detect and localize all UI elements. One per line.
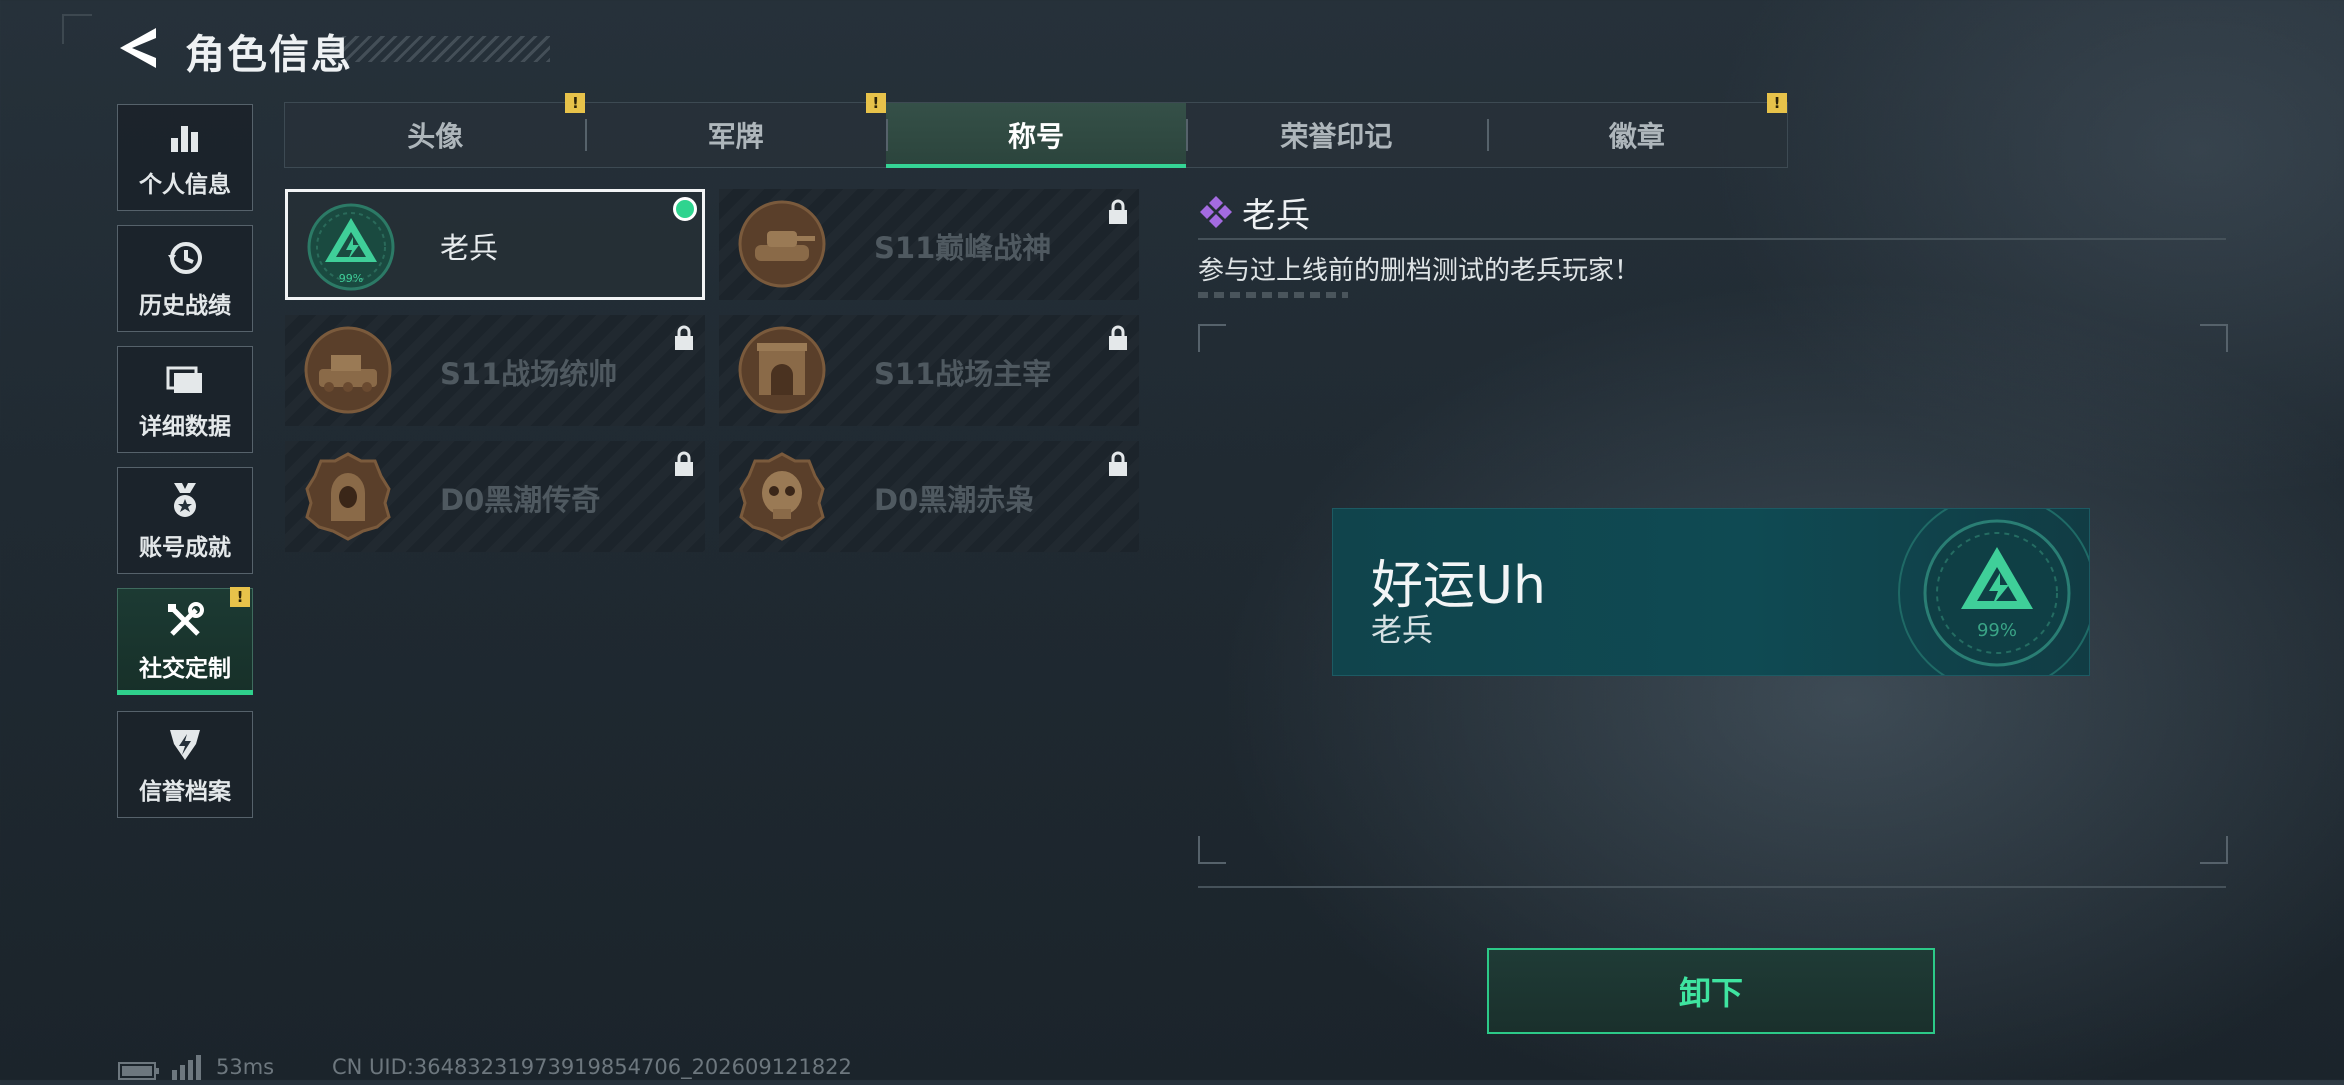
emblem-percent: 99%: [1977, 620, 2017, 641]
history-clock-icon: [165, 238, 205, 278]
alert-badge: !: [1767, 93, 1788, 113]
ping-value: 53ms: [216, 1055, 275, 1079]
title-name: S11战场统帅: [440, 357, 618, 391]
alert-badge: !: [865, 93, 886, 113]
unequip-button[interactable]: 卸下: [1487, 948, 1935, 1034]
lock-icon: [673, 451, 695, 481]
back-button[interactable]: [116, 24, 160, 72]
rarity-diamond-icon: [1198, 194, 1234, 234]
title-card-s11-peak-god[interactable]: S11巅峰战神: [719, 189, 1139, 300]
title-name: 老兵: [440, 231, 499, 265]
page-title: 角色信息: [185, 32, 353, 78]
sidebar-item-label: 社交定制: [139, 655, 231, 682]
sidebar-item-label: 信誉档案: [139, 778, 231, 805]
bar-chart-icon: [165, 117, 205, 157]
tank-bronze-icon: [737, 199, 827, 289]
hooded-figure-bronze-icon: [303, 451, 393, 541]
frame-corner: [1198, 324, 1226, 352]
arch-bronze-icon: [737, 325, 827, 415]
back-arrow-icon: [120, 28, 156, 68]
sidebar-item-label: 详细数据: [139, 413, 231, 440]
alert-badge: !: [565, 93, 586, 113]
title-hatch-decoration: [330, 36, 550, 62]
armored-vehicle-bronze-icon: [303, 325, 393, 415]
veteran-triangle-icon: 99%: [306, 202, 396, 292]
frame-corner: [2200, 836, 2228, 864]
preview-title: 老兵: [1371, 613, 1433, 649]
frame-corner: [2200, 324, 2228, 352]
sidebar-item-social-custom[interactable]: ! 社交定制: [117, 587, 253, 695]
emblem-percent: 99%: [339, 272, 363, 285]
detail-description: 参与过上线前的删档测试的老兵玩家！: [1198, 256, 1641, 286]
tab-avatar[interactable]: 头像!: [285, 93, 586, 167]
sidebar-item-history[interactable]: 历史战绩: [117, 225, 253, 332]
medal-icon: [165, 480, 205, 520]
title-card-veteran[interactable]: 99% 老兵: [285, 189, 705, 300]
corner-decoration: [62, 14, 92, 44]
nameplate-preview: 好运Uh 老兵 99%: [1332, 508, 2090, 676]
title-card-s11-battlefield-commander[interactable]: S11战场统帅: [285, 315, 705, 426]
equipped-indicator: [673, 197, 697, 221]
tab-title[interactable]: 称号: [885, 103, 1187, 168]
lock-icon: [1107, 451, 1129, 481]
lock-icon: [1107, 325, 1129, 355]
tab-bar: 头像! 军牌! 称号 荣誉印记 徽章!: [284, 93, 1788, 168]
tab-honor-mark[interactable]: 荣誉印记: [1186, 103, 1486, 167]
sidebar-item-details[interactable]: 详细数据: [117, 346, 253, 453]
sidebar-item-label: 账号成就: [139, 534, 231, 561]
divider: [1198, 886, 2226, 888]
veteran-triangle-icon: 99%: [1879, 509, 2089, 675]
shield-emblem-icon: [165, 724, 205, 764]
sidebar-item-achievements[interactable]: 账号成就: [117, 467, 253, 574]
decorative-dashes: [1198, 292, 1348, 298]
sidebar-item-label: 历史战绩: [139, 292, 231, 319]
tab-dogtag[interactable]: 军牌!: [585, 93, 886, 167]
title-card-s11-battlefield-master[interactable]: S11战场主宰: [719, 315, 1139, 426]
title-card-d0-black-tide-red-owl[interactable]: D0黑潮赤枭: [719, 441, 1139, 552]
title-name: S11战场主宰: [874, 357, 1052, 391]
tab-badge[interactable]: 徽章!: [1486, 93, 1788, 167]
skull-bronze-icon: [737, 451, 827, 541]
folder-icon: [165, 359, 205, 399]
battery-icon: [118, 1061, 160, 1085]
sidebar-item-label: 个人信息: [139, 171, 231, 198]
lock-icon: [673, 325, 695, 355]
detail-title: 老兵: [1242, 196, 1310, 236]
title-name: D0黑潮赤枭: [874, 483, 1035, 517]
lock-icon: [1107, 199, 1129, 229]
sidebar-item-profile[interactable]: 个人信息: [117, 104, 253, 211]
title-name: S11巅峰战神: [874, 231, 1052, 265]
title-card-d0-black-tide-legend[interactable]: D0黑潮传奇: [285, 441, 705, 552]
frame-corner: [1198, 836, 1226, 864]
title-name: D0黑潮传奇: [440, 483, 601, 517]
wrench-screwdriver-icon: [165, 601, 205, 641]
uid-text: CN UID:36483231973919854706_202609121822: [332, 1055, 852, 1079]
divider: [1198, 238, 2226, 240]
sidebar-item-reputation[interactable]: 信誉档案: [117, 711, 253, 818]
alert-badge: !: [230, 587, 250, 607]
